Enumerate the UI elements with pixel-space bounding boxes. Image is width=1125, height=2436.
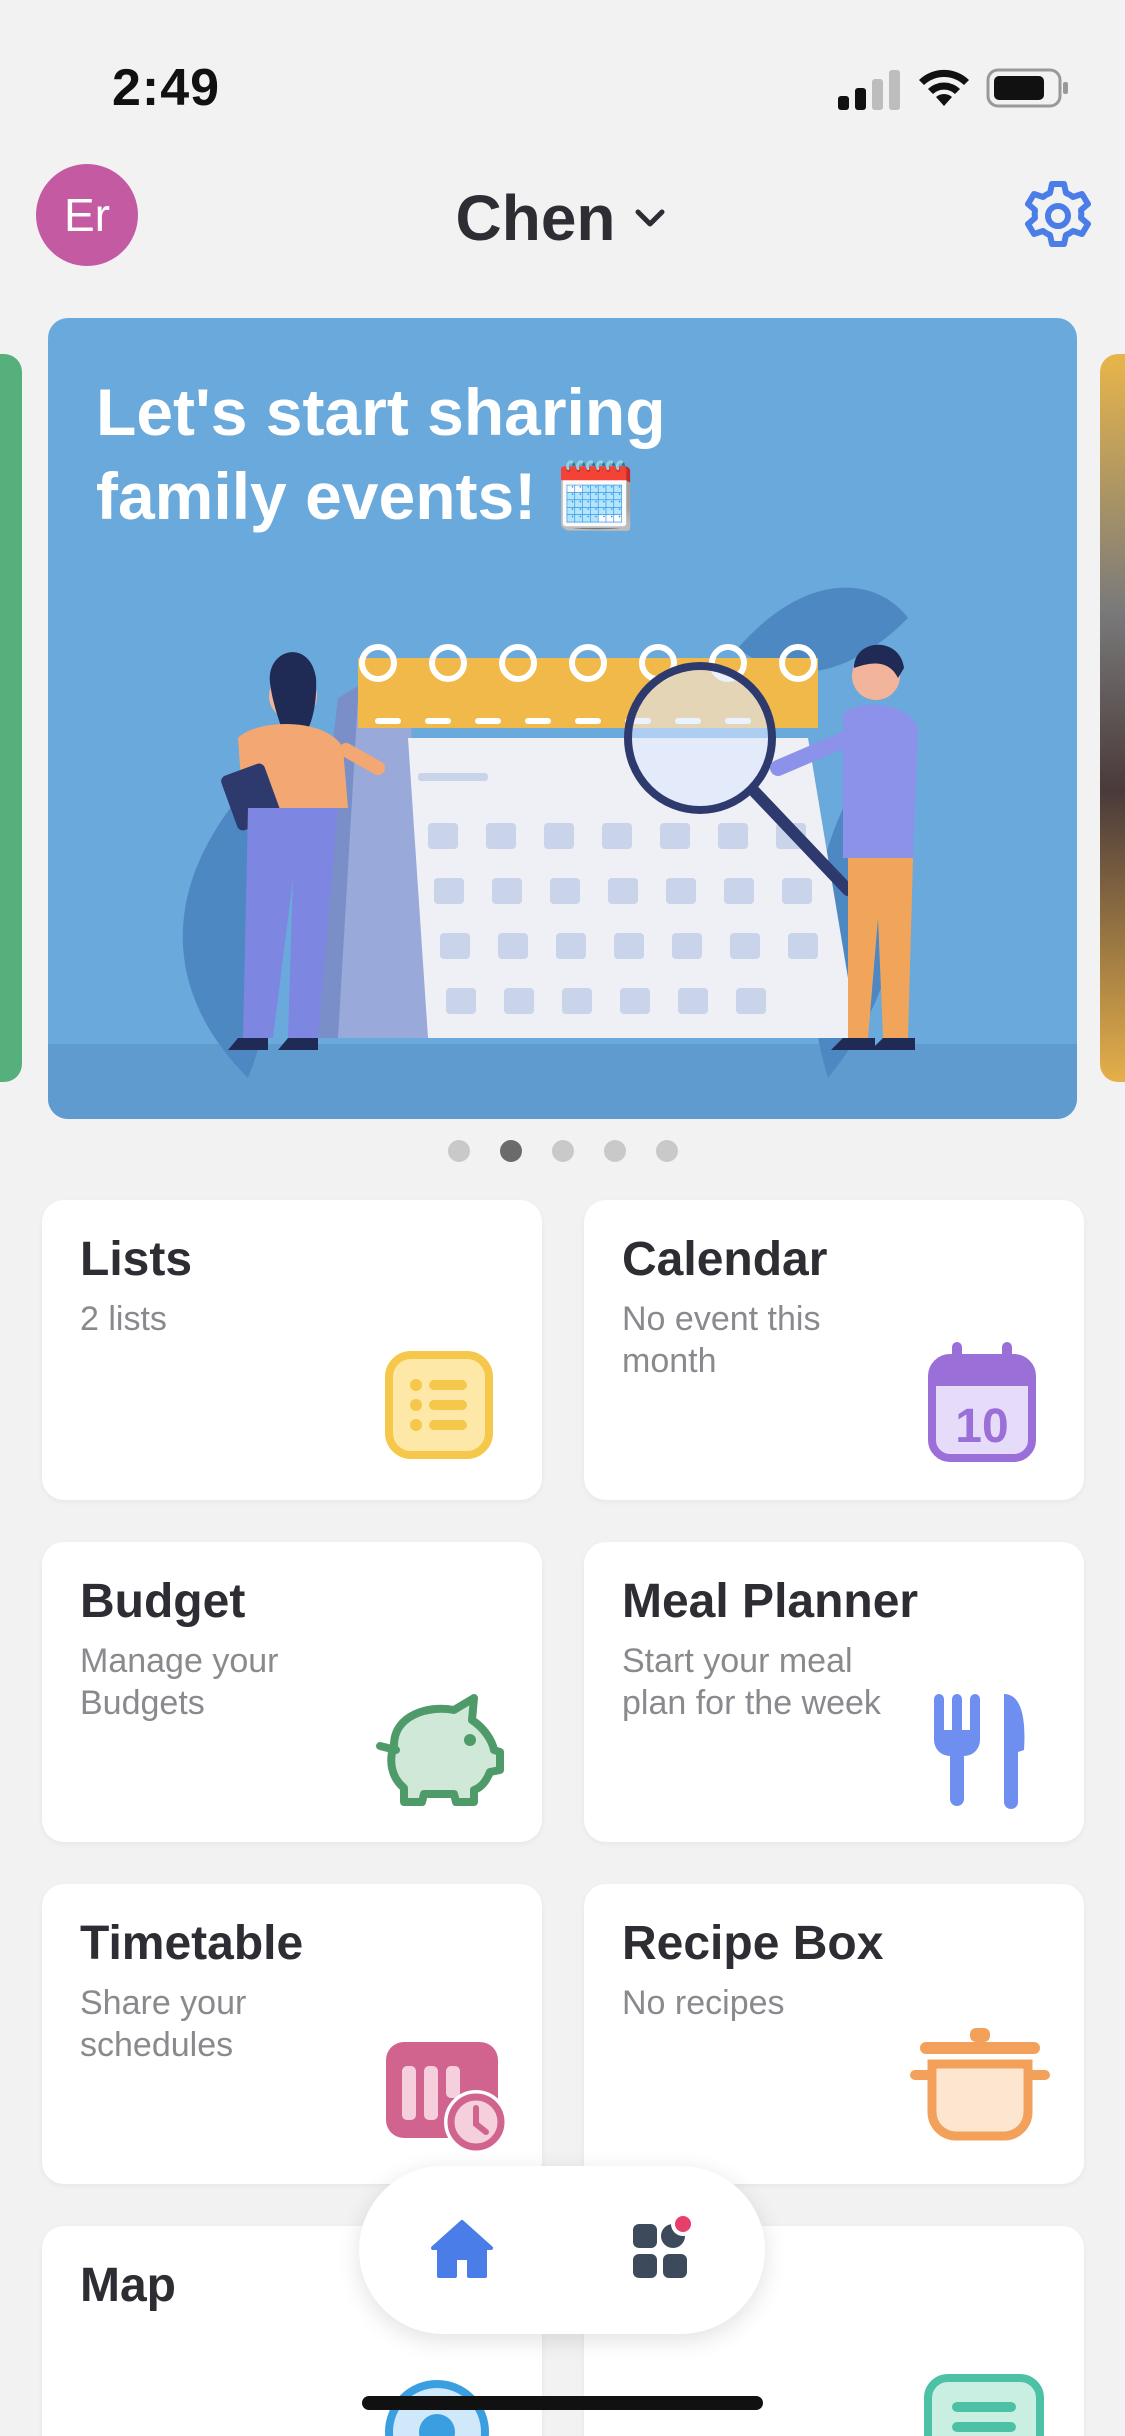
card-subtitle: Share your schedules — [80, 1984, 247, 2064]
card-recipe-box[interactable]: Recipe Box No recipes — [584, 1884, 1084, 2184]
card-meal-planner[interactable]: Meal Planner Start your meal plan for th… — [584, 1542, 1084, 1842]
home-indicator — [362, 2396, 763, 2410]
list-icon — [385, 1351, 493, 1459]
avatar[interactable]: Er — [36, 164, 138, 266]
card-calendar[interactable]: Calendar No event this month 10 — [584, 1200, 1084, 1500]
card-title: Budget — [80, 1575, 246, 1628]
timetable-icon — [386, 2042, 508, 2154]
card-subtitle: No event this month — [622, 1300, 821, 1380]
status-bar: 2:49 — [0, 0, 1125, 160]
card-title: Recipe Box — [622, 1917, 884, 1970]
family-switcher-button[interactable]: Chen — [456, 181, 670, 255]
carousel-banner[interactable]: Let's start sharing family events! 🗓️ — [48, 318, 1077, 1119]
status-time: 2:49 — [112, 59, 221, 117]
pagination-dot[interactable] — [603, 1140, 626, 1162]
card-title: Map — [80, 2259, 176, 2312]
cutlery-icon — [934, 1694, 1025, 1809]
cooking-pot-icon — [910, 2028, 1050, 2141]
card-lists[interactable]: Lists 2 lists — [42, 1200, 542, 1500]
notification-dot — [675, 2216, 691, 2232]
carousel-pagination — [0, 1140, 1125, 1164]
card-subtitle: No recipes — [622, 1984, 785, 2022]
family-name: Chen — [455, 182, 616, 254]
calendar-icon: 10 — [928, 1342, 1036, 1462]
battery-icon — [986, 68, 1068, 108]
card-title: Meal Planner — [622, 1575, 919, 1628]
pagination-dot[interactable] — [447, 1140, 470, 1162]
pagination-dot-active[interactable] — [499, 1140, 522, 1162]
carousel-prev-card[interactable] — [0, 354, 22, 1082]
bottom-nav — [359, 2166, 765, 2334]
gear-icon[interactable] — [1020, 178, 1096, 254]
chevron-down-icon — [635, 209, 664, 227]
pagination-dot[interactable] — [551, 1140, 574, 1162]
carousel-next-card[interactable] — [1100, 354, 1125, 1082]
piggy-bank-icon — [376, 1694, 504, 1806]
card-subtitle: 2 lists — [80, 1300, 167, 1338]
card-title: Calendar — [622, 1233, 828, 1286]
card-subtitle: Manage your Budgets — [80, 1642, 279, 1722]
family-switcher: Chen — [0, 168, 1125, 268]
card-title: Timetable — [80, 1917, 304, 1970]
message-icon — [924, 2374, 1044, 2436]
apps-icon[interactable] — [627, 2210, 703, 2286]
wifi-icon — [919, 69, 969, 106]
card-timetable[interactable]: Timetable Share your schedules — [42, 1884, 542, 2184]
cellular-signal-icon — [838, 70, 900, 110]
avatar-initials: Er — [64, 189, 110, 241]
pagination-dot[interactable] — [655, 1140, 678, 1162]
banner-title: Let's start sharing family events! 🗓️ — [96, 375, 666, 533]
card-budget[interactable]: Budget Manage your Budgets — [42, 1542, 542, 1842]
calendar-icon-date: 10 — [955, 1400, 1008, 1453]
card-subtitle: Start your meal plan for the week — [622, 1642, 881, 1722]
card-title: Lists — [80, 1233, 193, 1286]
home-icon[interactable] — [429, 2218, 495, 2280]
